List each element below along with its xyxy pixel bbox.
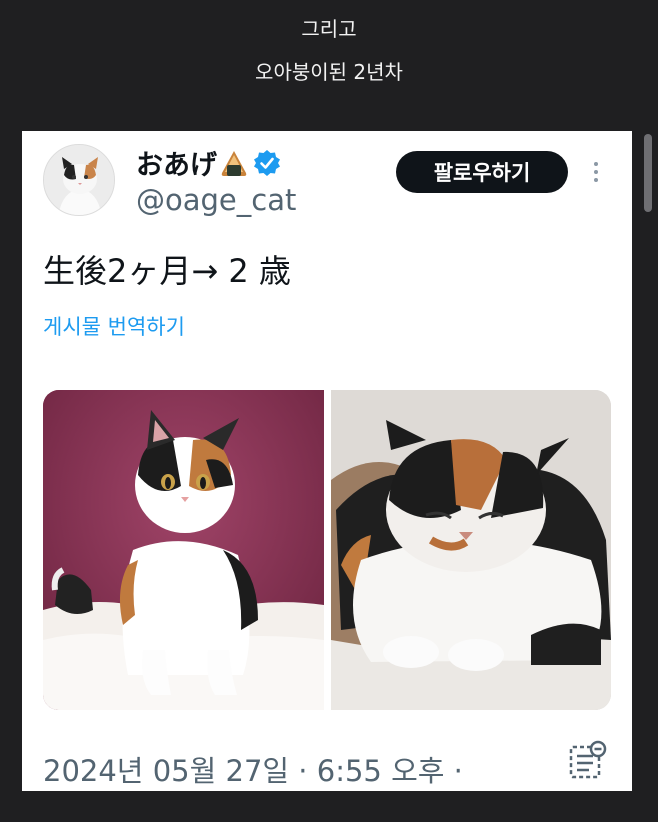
display-name[interactable]: おあげ bbox=[136, 143, 217, 182]
notes-icon[interactable] bbox=[567, 740, 609, 782]
adult-cat-image bbox=[331, 390, 611, 710]
scrollbar[interactable] bbox=[644, 134, 652, 212]
onigiri-emoji-icon bbox=[221, 150, 247, 176]
translate-link[interactable]: 게시물 번역하기 bbox=[43, 311, 185, 341]
caption-line-1: 그리고 bbox=[301, 17, 357, 41]
kitten-photo[interactable] bbox=[43, 390, 324, 710]
avatar-cat-image bbox=[44, 145, 114, 215]
verified-badge-icon bbox=[254, 149, 280, 176]
avatar[interactable] bbox=[43, 144, 115, 216]
handle[interactable]: @oage_cat bbox=[136, 183, 296, 217]
timestamp[interactable]: 2024년 05월 27일 · 6:55 오후 · bbox=[43, 748, 463, 790]
tweet-card: おあげ @oage_cat 팔로우하기 生後2ヶ月→ 2 歳 게시물 번역하기 bbox=[22, 131, 632, 791]
caption-line-2: 오아붕이된 2년차 bbox=[255, 60, 403, 84]
kitten-image bbox=[43, 390, 324, 710]
more-options-icon[interactable] bbox=[588, 159, 604, 187]
follow-button[interactable]: 팔로우하기 bbox=[396, 151, 568, 193]
adult-cat-photo[interactable] bbox=[331, 390, 611, 710]
tweet-text: 生後2ヶ月→ 2 歳 bbox=[43, 252, 291, 290]
